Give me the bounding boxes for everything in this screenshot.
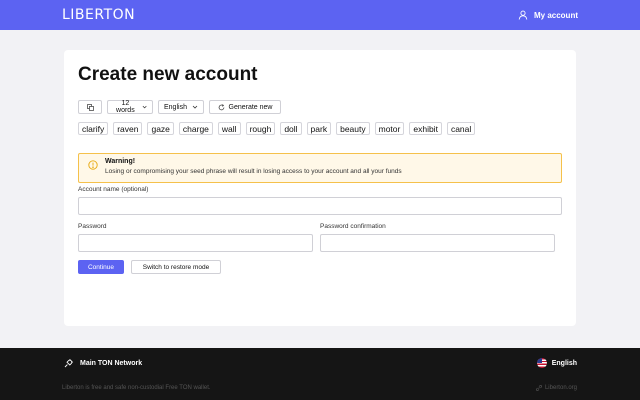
user-icon [518, 10, 528, 20]
seed-word: gaze [147, 122, 174, 135]
site-link-label: Liberton.org [544, 385, 577, 391]
refresh-icon [218, 103, 224, 110]
copy-icon [86, 103, 94, 111]
footer-tagline: Liberton is free and safe non-custodial … [62, 385, 211, 391]
create-account-card: Create new account 12 words English Gene… [64, 50, 576, 326]
logo[interactable]: LIBERTON [62, 7, 135, 23]
seed-word: canal [446, 122, 476, 135]
seed-word: exhibit [409, 122, 442, 135]
plug-icon [64, 358, 74, 368]
page-title: Create new account [78, 64, 258, 85]
seed-word: doll [280, 122, 302, 135]
chevron-down-icon [192, 105, 198, 109]
warning-icon [88, 160, 98, 170]
copy-seed-button[interactable] [78, 100, 102, 114]
network-label: Main TON Network [80, 359, 143, 367]
seed-word: raven [113, 122, 143, 135]
language-label: English [551, 359, 577, 367]
seed-word: park [306, 122, 332, 135]
seed-word: wall [217, 122, 241, 135]
warning-text: Losing or compromising your seed phrase … [105, 168, 402, 175]
seed-word: rough [245, 122, 276, 135]
account-name-label: Account name (optional) [78, 186, 149, 193]
word-count-value: 12 words [116, 100, 135, 114]
warning-box: Warning! Losing or compromising your see… [78, 153, 562, 183]
chevron-down-icon [142, 105, 147, 109]
language-switcher[interactable]: English [536, 358, 577, 368]
password-input[interactable] [78, 234, 313, 252]
network-selector[interactable]: Main TON Network [64, 358, 142, 368]
word-count-select[interactable]: 12 words [107, 100, 153, 114]
continue-button[interactable]: Continue [78, 260, 124, 274]
seed-word: charge [178, 122, 213, 135]
site-link[interactable]: Liberton.org [536, 385, 577, 391]
seed-word: clarify [78, 122, 109, 135]
my-account-link[interactable]: My account [518, 10, 578, 20]
warning-title: Warning! [105, 158, 136, 165]
language-value: English [164, 103, 187, 111]
us-flag-icon [536, 358, 547, 368]
generate-new-button[interactable]: Generate new [209, 100, 281, 114]
seed-controls: 12 words English Generate new [78, 100, 281, 114]
top-bar: LIBERTON My account [0, 0, 640, 30]
seed-phrase-words: clarify raven gaze charge wall rough dol… [78, 122, 476, 135]
generate-new-label: Generate new [228, 103, 273, 111]
seed-word: beauty [336, 122, 370, 135]
password-confirmation-input[interactable] [320, 234, 555, 252]
seed-word: motor [374, 122, 405, 135]
footer: Main TON Network English Liberton is fre… [0, 348, 640, 400]
restore-mode-button[interactable]: Switch to restore mode [131, 260, 221, 274]
password-label: Password [78, 223, 107, 230]
my-account-label: My account [533, 10, 578, 20]
account-name-input[interactable] [78, 197, 562, 215]
language-select[interactable]: English [158, 100, 204, 114]
link-icon [536, 385, 542, 391]
password-confirmation-label: Password confirmation [320, 223, 386, 230]
